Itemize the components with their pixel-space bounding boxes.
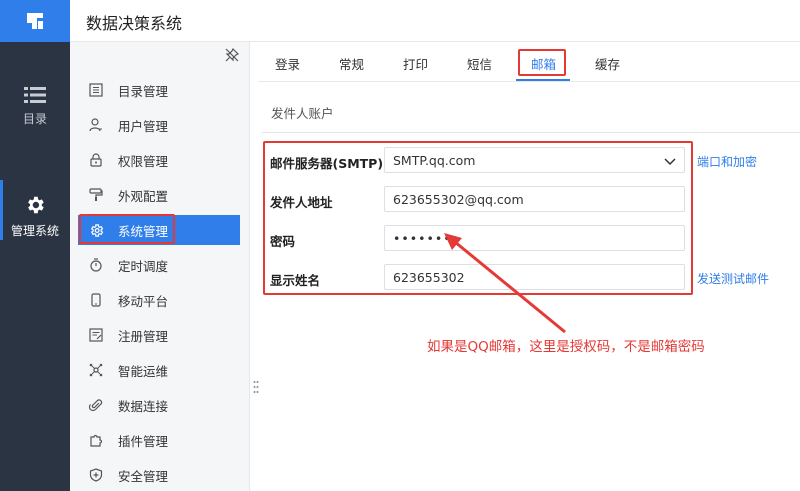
timer-icon xyxy=(88,257,104,273)
user-icon xyxy=(88,117,104,133)
tab-sms[interactable]: 短信 xyxy=(467,54,492,73)
nav-item-users[interactable]: 用户管理 xyxy=(78,110,240,140)
nav-item-permissions[interactable]: 权限管理 xyxy=(78,145,240,175)
list-icon xyxy=(24,87,46,103)
network-icon xyxy=(88,362,104,378)
drag-handle-icon[interactable] xyxy=(253,380,259,394)
active-tab-underline xyxy=(516,79,570,81)
app-header: 数据决策系统 xyxy=(0,0,800,42)
primary-rail: 目录 管理系统 xyxy=(0,42,70,491)
logo-icon xyxy=(27,13,43,29)
tab-cache[interactable]: 缓存 xyxy=(595,54,620,73)
tab-general[interactable]: 常规 xyxy=(339,54,364,73)
nav-item-registration[interactable]: 注册管理 xyxy=(78,320,240,350)
rail-item-label: 目录 xyxy=(22,112,47,126)
tab-print[interactable]: 打印 xyxy=(403,54,428,73)
send-test-email-link[interactable]: 发送测试邮件 xyxy=(697,270,769,287)
annotation-text: 如果是QQ邮箱，这里是授权码，不是邮箱密码 xyxy=(427,339,705,355)
nav-item-scheduler[interactable]: 定时调度 xyxy=(78,250,240,280)
section-divider xyxy=(262,132,800,133)
rail-item-catalog[interactable]: 目录 xyxy=(0,86,70,127)
email-tab-highlight xyxy=(518,49,566,76)
nav-item-data-connection[interactable]: 数据连接 xyxy=(78,390,240,420)
nav-item-ops[interactable]: 智能运维 xyxy=(78,355,240,385)
nav-item-plugins[interactable]: 插件管理 xyxy=(78,425,240,455)
tab-login[interactable]: 登录 xyxy=(275,54,300,73)
nav-item-appearance[interactable]: 外观配置 xyxy=(78,180,240,210)
register-icon xyxy=(88,327,104,343)
rail-item-label: 管理系统 xyxy=(10,224,59,238)
nav-item-mobile[interactable]: 移动平台 xyxy=(78,285,240,315)
port-encryption-link[interactable]: 端口和加密 xyxy=(697,153,757,170)
system-management-highlight xyxy=(79,214,175,244)
section-title: 发件人账户 xyxy=(271,106,334,121)
nav-item-catalog[interactable]: 目录管理 xyxy=(78,75,240,105)
gear-icon xyxy=(28,196,44,214)
catalog-icon xyxy=(88,82,104,98)
rail-item-management[interactable]: 管理系统 xyxy=(0,194,70,239)
nav-item-security[interactable]: 安全管理 xyxy=(78,460,240,490)
paint-roller-icon xyxy=(88,187,104,203)
form-highlight xyxy=(263,141,693,295)
lock-icon xyxy=(88,152,104,168)
puzzle-icon xyxy=(88,432,104,448)
unpin-icon[interactable] xyxy=(225,48,239,62)
app-logo[interactable] xyxy=(0,0,70,42)
app-title: 数据决策系统 xyxy=(86,14,183,33)
shield-icon xyxy=(88,467,104,483)
paperclip-icon xyxy=(88,397,104,413)
mobile-icon xyxy=(88,292,104,308)
